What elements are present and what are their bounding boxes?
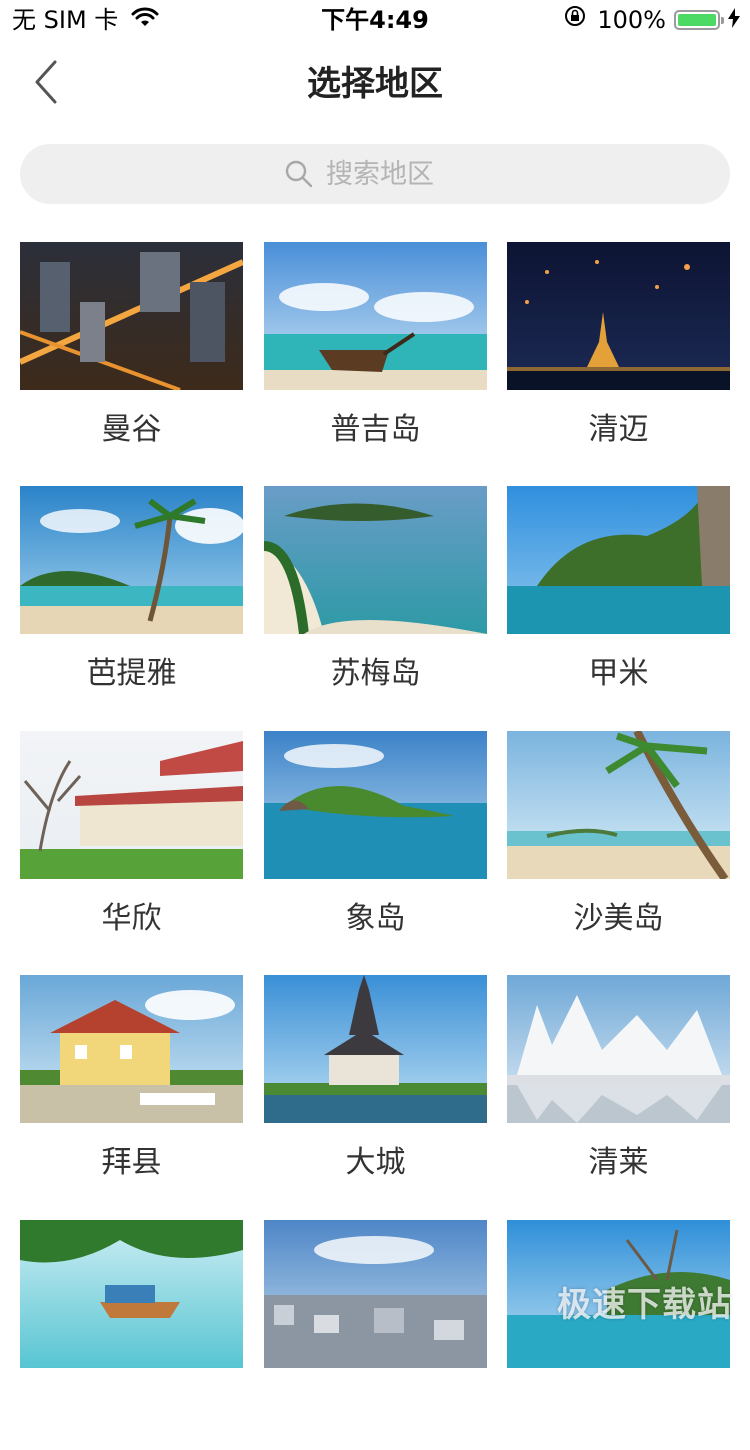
region-name: 普吉岛 (330, 412, 421, 447)
region-card[interactable]: 曼谷 (20, 242, 243, 472)
region-card[interactable]: 华欣 (20, 731, 243, 961)
battery-icon (674, 10, 724, 30)
region-name: 清迈 (588, 412, 649, 447)
region-photo (20, 1220, 243, 1368)
search-icon (284, 159, 314, 189)
region-card[interactable] (507, 1220, 730, 1450)
region-card[interactable]: 清莱 (507, 975, 730, 1205)
region-card[interactable]: 大城 (264, 975, 487, 1205)
region-card[interactable]: 芭提雅 (20, 486, 243, 716)
search-input[interactable] (326, 158, 466, 190)
region-name: 清莱 (588, 1145, 649, 1180)
region-photo (507, 242, 730, 390)
region-photo (264, 1220, 487, 1368)
region-photo (507, 975, 730, 1123)
region-photo (20, 731, 243, 879)
region-card[interactable]: 清迈 (507, 242, 730, 472)
region-card[interactable] (20, 1220, 243, 1450)
region-photo (264, 486, 487, 634)
region-name: 沙美岛 (573, 901, 664, 936)
rotation-lock-icon (563, 4, 587, 36)
region-card[interactable] (264, 1220, 487, 1450)
status-bar: 无 SIM 卡 下午4:49 100% (0, 0, 750, 40)
page-title: 选择地区 (307, 64, 443, 104)
region-name: 象岛 (345, 901, 406, 936)
region-card[interactable]: 甲米 (507, 486, 730, 716)
region-name: 苏梅岛 (330, 656, 421, 691)
region-name: 曼谷 (101, 412, 162, 447)
region-name: 拜县 (101, 1145, 162, 1180)
region-photo (20, 242, 243, 390)
region-photo (507, 486, 730, 634)
region-photo (264, 975, 487, 1123)
region-name: 甲米 (588, 656, 649, 691)
region-name: 华欣 (101, 901, 162, 936)
region-card[interactable]: 拜县 (20, 975, 243, 1205)
watermark: 极速下载站 (557, 1285, 732, 1325)
region-card[interactable]: 象岛 (264, 731, 487, 961)
charging-icon (728, 4, 740, 36)
region-photo (264, 731, 487, 879)
battery-percent: 100% (597, 6, 666, 34)
region-name: 芭提雅 (86, 656, 177, 691)
region-photo (20, 975, 243, 1123)
region-photo (507, 731, 730, 879)
region-card[interactable]: 沙美岛 (507, 731, 730, 961)
region-name: 大城 (345, 1145, 406, 1180)
search-bar[interactable] (20, 144, 730, 204)
region-card[interactable]: 苏梅岛 (264, 486, 487, 716)
region-photo (264, 242, 487, 390)
navigation-bar: 选择地区 (0, 40, 750, 128)
region-photo (20, 486, 243, 634)
region-card[interactable]: 普吉岛 (264, 242, 487, 472)
